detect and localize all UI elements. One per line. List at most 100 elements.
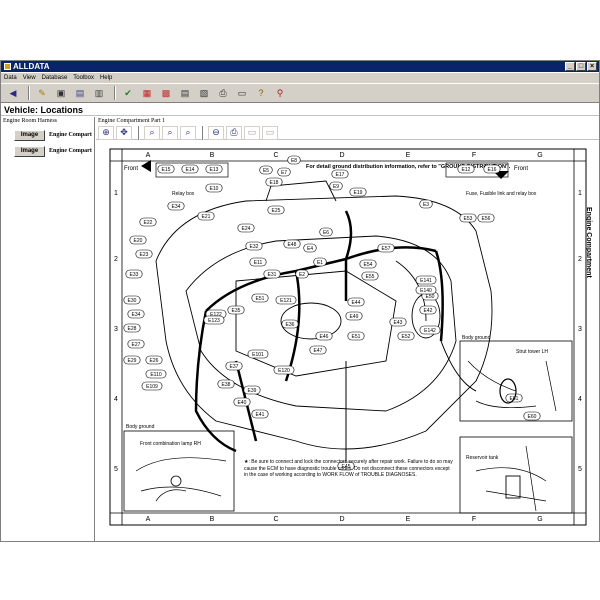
connector-e21: E21	[197, 211, 215, 221]
svg-text:E109: E109	[146, 384, 158, 390]
minimize-button[interactable]: _	[565, 62, 575, 71]
connector-e16: E16	[483, 164, 501, 174]
item-label[interactable]: Engine Compart	[49, 148, 92, 154]
connector-e17: E17	[331, 169, 349, 179]
menu-view[interactable]: View	[23, 73, 36, 83]
check-icon[interactable]: ✔	[120, 86, 136, 100]
svg-text:E31: E31	[268, 272, 277, 278]
column-label: E	[406, 152, 411, 159]
menu-data[interactable]: Data	[4, 73, 17, 83]
svg-text:E24: E24	[242, 226, 251, 232]
svg-text:Body ground: Body ground	[126, 424, 155, 430]
move-icon[interactable]: ✥	[116, 125, 132, 140]
zoom-out-icon[interactable]: ⊖	[208, 125, 224, 140]
image-button[interactable]: Image	[14, 129, 45, 141]
table-icon[interactable]: ▤	[177, 86, 193, 100]
car-select-icon[interactable]: ▤	[72, 86, 88, 100]
connector-e51: E51	[347, 331, 365, 341]
connector-e30: E30	[123, 295, 141, 305]
connector-e57: E57	[377, 243, 395, 253]
row-label: 5	[578, 466, 582, 473]
svg-text:E25: E25	[272, 208, 281, 214]
svg-text:E20: E20	[134, 238, 143, 244]
svg-text:E51: E51	[352, 334, 361, 340]
svg-text:E46: E46	[320, 334, 329, 340]
front-arrow-left: Front	[124, 160, 151, 172]
car-icon[interactable]: ▣	[53, 86, 69, 100]
left-heading: Engine Room Harness	[3, 118, 57, 124]
connector-e24: E24	[237, 223, 255, 233]
zoom-minus-icon[interactable]: ⌕	[180, 125, 196, 140]
connector-e60: E60	[523, 411, 541, 421]
connector-e28: E28	[123, 323, 141, 333]
notes-icon[interactable]: ✎	[34, 86, 50, 100]
fuse-box-label: Fuse, Fusible link and relay box	[466, 191, 537, 197]
row-label: 3	[114, 326, 118, 333]
column-label: G	[537, 152, 542, 159]
film-icon[interactable]: ▧	[196, 86, 212, 100]
connector-e37: E37	[225, 361, 243, 371]
wiring-diagram: A A B B C C D D E E F F G G 1 1 2 2 3 3 4 4 5 5 Front Front Fo…	[109, 148, 587, 526]
connector-e10: E10	[205, 183, 223, 193]
zoom-fit-icon[interactable]: ⌕	[144, 125, 160, 140]
svg-text:E120: E120	[278, 368, 290, 374]
connector-e142: E142	[419, 325, 441, 335]
search-icon[interactable]: ⚲	[272, 86, 288, 100]
svg-text:E55: E55	[366, 274, 375, 280]
left-pane: Engine Room Harness Image Engine Compart…	[1, 117, 95, 541]
zoom-in-icon[interactable]: ⊕	[98, 125, 114, 140]
row-label: 5	[114, 466, 118, 473]
row-label: 3	[578, 326, 582, 333]
svg-text:E60: E60	[528, 414, 537, 420]
disabled-icon-b: ▭	[262, 125, 278, 140]
item-label[interactable]: Engine Compart	[49, 132, 92, 138]
column-label: B	[210, 516, 215, 523]
svg-text:Body ground: Body ground	[462, 335, 491, 341]
svg-text:E34: E34	[132, 312, 141, 318]
maximize-button[interactable]: □	[576, 62, 586, 71]
close-button[interactable]: ×	[587, 62, 597, 71]
svg-text:E32: E32	[250, 244, 259, 250]
svg-text:E17: E17	[336, 172, 345, 178]
print-icon[interactable]: ⎙	[226, 125, 242, 140]
connector-e47: E47	[309, 345, 327, 355]
connector-e110: E110	[145, 369, 167, 379]
connector-e41: E41	[251, 409, 269, 419]
list-icon[interactable]: ▥	[91, 86, 107, 100]
column-label: B	[210, 152, 215, 159]
column-label: C	[273, 516, 278, 523]
image-button[interactable]: Image	[14, 145, 45, 157]
svg-text:E16: E16	[488, 167, 497, 173]
svg-text:Reservoir tank: Reservoir tank	[466, 455, 499, 461]
connector-e34: E34	[127, 309, 145, 319]
row-label: 2	[578, 256, 582, 263]
view-toolbar: ⊕ ✥ ⌕ ⌕ ⌕ ⊖ ⎙ ▭ ▭	[96, 125, 599, 140]
connector-e25: E25	[267, 205, 285, 215]
connector-e42: E42	[419, 305, 437, 315]
svg-text:E30: E30	[128, 298, 137, 304]
svg-text:E26: E26	[150, 358, 159, 364]
svg-text:Front: Front	[514, 166, 528, 172]
svg-text:E2: E2	[299, 272, 305, 278]
help-icon[interactable]: ?	[253, 86, 269, 100]
svg-text:Front: Front	[124, 166, 138, 172]
print-setup-icon[interactable]: ▭	[234, 86, 250, 100]
component-icon[interactable]: ▩	[158, 86, 174, 100]
connector-e26: E26	[145, 355, 163, 365]
app-window: ALLDATA _ □ × Data View Database Toolbox…	[0, 60, 600, 542]
back-arrow-icon[interactable]: ◀	[5, 86, 21, 100]
menu-database[interactable]: Database	[42, 73, 68, 83]
svg-text:E18: E18	[270, 180, 279, 186]
inset-body-ground-right: Body ground Strut tower LH	[459, 335, 573, 422]
connector-e5: E5	[259, 165, 273, 175]
zoom-plus-icon[interactable]: ⌕	[162, 125, 178, 140]
connector-e123: E123	[203, 315, 225, 325]
menu-help[interactable]: Help	[100, 73, 112, 83]
menu-toolbox[interactable]: Toolbox	[73, 73, 94, 83]
data-icon[interactable]: ▦	[139, 86, 155, 100]
print-icon[interactable]: ⎙	[215, 86, 231, 100]
svg-text:E28: E28	[128, 326, 137, 332]
svg-text:E41: E41	[256, 412, 265, 418]
connector-e9: E9	[329, 181, 343, 191]
svg-text:E4: E4	[307, 246, 313, 252]
